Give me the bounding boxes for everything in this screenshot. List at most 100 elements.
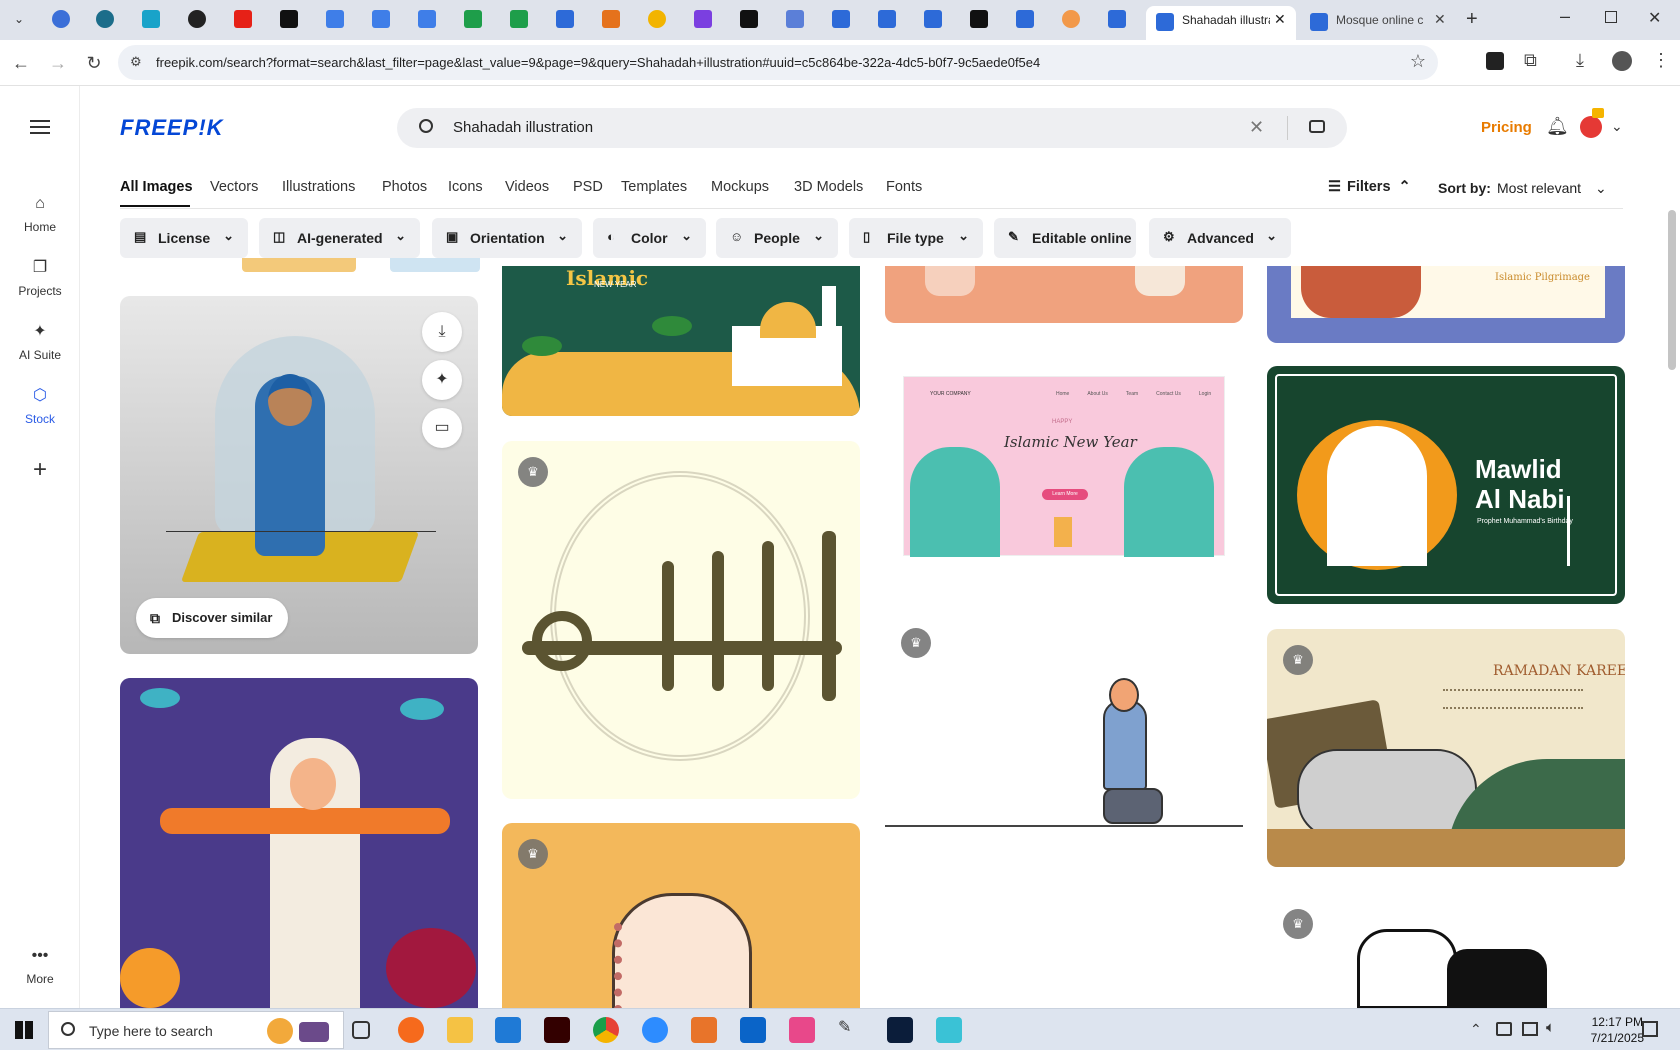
tab-mosque[interactable]: Mosque online c ✕	[1306, 6, 1456, 40]
tab-favicon[interactable]	[372, 10, 390, 28]
app-icon[interactable]	[936, 1017, 962, 1043]
sidebar-item-home[interactable]: ⌂ Home	[0, 194, 80, 234]
pen-tool-icon[interactable]: ✎	[838, 1017, 864, 1043]
image-card-islamic-pilgrimage[interactable]: Islamic Pilgrimage	[1267, 266, 1625, 343]
chevron-down-icon[interactable]: ⌄	[1611, 118, 1623, 135]
filter-file-type[interactable]: ▯ File type ⌄	[849, 218, 983, 258]
tab-favicon[interactable]	[96, 10, 114, 28]
image-card-orange-banner[interactable]	[885, 266, 1243, 323]
photoshop-icon[interactable]	[887, 1017, 913, 1043]
tray-icon[interactable]	[1496, 1022, 1512, 1036]
tab-vectors[interactable]: Vectors	[210, 179, 258, 195]
sidebar-item-projects[interactable]: ❐ Projects	[0, 258, 80, 298]
filter-editable-online[interactable]: ✎ Editable online	[994, 218, 1136, 258]
tab-favicon[interactable]	[740, 10, 758, 28]
new-tab-icon[interactable]: +	[1466, 8, 1478, 31]
vscode-icon[interactable]	[495, 1017, 521, 1043]
filter-people[interactable]: ☺ People ⌄	[716, 218, 838, 258]
close-tab-icon[interactable]: ✕	[1274, 11, 1286, 28]
tab-favicon[interactable]	[648, 10, 666, 28]
tab-illustrations[interactable]: Illustrations	[282, 179, 355, 195]
tray-chevron-icon[interactable]: ⌃	[1470, 1021, 1482, 1038]
extension-icon[interactable]	[1486, 52, 1504, 70]
minimize-icon[interactable]: –	[1560, 6, 1570, 27]
image-card-shahadah-calligraphy[interactable]: ♛	[502, 441, 860, 799]
site-info-icon[interactable]: ⚙	[130, 54, 142, 70]
tab-favicon[interactable]	[878, 10, 896, 28]
system-clock[interactable]: 12:17 PM 7/21/2025	[1591, 1014, 1644, 1046]
ai-edit-button[interactable]: ✦	[422, 360, 462, 400]
tab-3d-models[interactable]: 3D Models	[794, 179, 863, 195]
tab-favicon[interactable]	[418, 10, 436, 28]
page-scrollbar[interactable]	[1668, 210, 1676, 370]
app-icon[interactable]	[691, 1017, 717, 1043]
search-bar[interactable]: Shahadah illustration ✕	[397, 108, 1347, 148]
filter-advanced[interactable]: ⚙ Advanced ⌄	[1149, 218, 1291, 258]
camera-search-icon[interactable]	[1309, 120, 1325, 133]
filter-orientation[interactable]: ▣ Orientation ⌄	[432, 218, 582, 258]
filter-license[interactable]: ▤ License ⌄	[120, 218, 248, 258]
menu-icon[interactable]	[30, 120, 50, 134]
network-icon[interactable]	[1522, 1022, 1538, 1036]
image-card-ramadan-kareem[interactable]: ♛ RAMADAN KAREEM	[1267, 629, 1625, 867]
pricing-link[interactable]: Pricing	[1481, 119, 1532, 136]
save-to-folder-button[interactable]: ▭	[422, 408, 462, 448]
tab-favicon[interactable]	[464, 10, 482, 28]
image-card-man-celebrating[interactable]: ♛	[885, 620, 1243, 850]
discover-similar-button[interactable]: ⧉ Discover similar	[136, 598, 289, 638]
clear-search-icon[interactable]: ✕	[1249, 117, 1264, 138]
image-card-partial[interactable]	[390, 258, 480, 272]
tab-favicon[interactable]	[1062, 10, 1080, 28]
tab-favicon[interactable]	[786, 10, 804, 28]
zoom-icon[interactable]	[642, 1017, 668, 1043]
image-card-praying-man[interactable]: ⤓ ✦ ▭ ⧉ Discover similar	[120, 296, 478, 654]
firefox-icon[interactable]	[398, 1017, 424, 1043]
profile-avatar[interactable]	[1612, 51, 1632, 71]
tab-favicon[interactable]	[602, 10, 620, 28]
tab-favicon[interactable]	[142, 10, 160, 28]
tab-favicon[interactable]	[326, 10, 344, 28]
illustrator-icon[interactable]	[544, 1017, 570, 1043]
filter-ai-generated[interactable]: ◫ AI-generated ⌄	[259, 218, 420, 258]
download-icon[interactable]: ⤓	[1576, 50, 1584, 71]
tab-favicon[interactable]	[1108, 10, 1126, 28]
creative-cloud-icon[interactable]	[789, 1017, 815, 1043]
chrome-menu-icon[interactable]: ⋮	[1652, 50, 1670, 71]
tab-favicon[interactable]	[1016, 10, 1034, 28]
image-card-islamic-new-year-landing[interactable]: YOUR COMPANY Home About Us Team Contact Us L…	[885, 354, 1243, 582]
omnibox[interactable]: ⚙ freepik.com/search?format=search&last_…	[118, 45, 1438, 80]
tab-list-icon[interactable]: ⌄	[10, 10, 28, 28]
filter-color[interactable]: ◐ Color ⌄	[593, 218, 706, 258]
image-card-woman-celebrating[interactable]	[120, 678, 478, 1008]
tab-psd[interactable]: PSD	[573, 179, 603, 195]
download-button[interactable]: ⤓	[422, 312, 462, 352]
taskbar-search[interactable]: Type here to search	[48, 1011, 344, 1049]
restore-icon[interactable]	[1605, 11, 1617, 23]
volume-icon[interactable]: 🔈︎	[1546, 1019, 1555, 1036]
reload-icon[interactable]: ↻	[83, 52, 105, 74]
file-explorer-icon[interactable]	[447, 1017, 473, 1043]
tab-favicon[interactable]	[234, 10, 252, 28]
tab-favicon[interactable]	[924, 10, 942, 28]
tab-templates[interactable]: Templates	[621, 179, 687, 195]
sidebar-item-ai-suite[interactable]: ✦ AI Suite	[0, 322, 80, 362]
taskbar-search-input[interactable]: Type here to search	[89, 1023, 213, 1039]
add-icon[interactable]: +	[0, 456, 80, 484]
puzzle-icon[interactable]: ⧉	[1524, 50, 1537, 71]
outlook-icon[interactable]	[740, 1017, 766, 1043]
tab-mockups[interactable]: Mockups	[711, 179, 769, 195]
tab-favicon[interactable]	[694, 10, 712, 28]
image-card-islamic-new-year[interactable]: Islamic NEW YEAR	[502, 266, 860, 416]
tab-all-images[interactable]: All Images	[120, 179, 193, 195]
url-text[interactable]: freepik.com/search?format=search&last_fi…	[156, 55, 1040, 70]
windows-start-icon[interactable]	[15, 1021, 33, 1039]
filters-toggle[interactable]: ☰ Filters ⌃	[1328, 179, 1411, 195]
sidebar-item-more[interactable]: ••• More	[0, 946, 80, 986]
tab-icons[interactable]: Icons	[448, 179, 483, 195]
bell-icon[interactable]: 🔔︎	[1546, 116, 1569, 137]
image-card-praying-hands[interactable]: ♛	[502, 823, 860, 1008]
notifications-icon[interactable]	[1642, 1021, 1658, 1037]
sort-dropdown[interactable]: Most relevant ⌄	[1497, 180, 1607, 197]
close-window-icon[interactable]: ✕	[1648, 8, 1661, 28]
user-avatar[interactable]	[1580, 116, 1602, 138]
